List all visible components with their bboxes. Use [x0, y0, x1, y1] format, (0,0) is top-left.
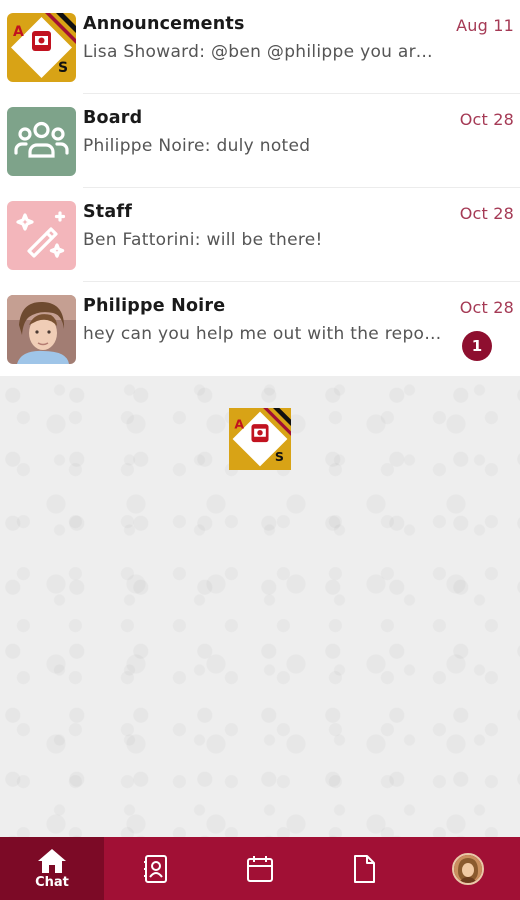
chat-name: Announcements: [83, 14, 245, 34]
chat-date: Oct 28: [459, 110, 514, 129]
svg-text:A: A: [234, 417, 244, 432]
chat-row-announcements[interactable]: A S Announcements Lisa Showard: @ben @ph…: [0, 0, 520, 94]
nav-calendar-tab[interactable]: [208, 837, 312, 900]
svg-text:S: S: [275, 449, 284, 464]
chat-name: Staff: [83, 202, 133, 222]
announcements-logo-icon: A S: [7, 13, 76, 82]
chat-preview: hey can you help me out with the report?: [83, 324, 443, 344]
chat-date: Oct 28: [459, 298, 514, 317]
organization-logo-icon: A S: [229, 408, 291, 470]
chat-preview: Philippe Noire: duly noted: [83, 136, 311, 156]
chat-name: Board: [83, 108, 143, 128]
svg-text:A: A: [13, 24, 24, 40]
bottom-navigation: Chat: [0, 837, 520, 900]
user-avatar: [7, 295, 76, 364]
chat-row-philippe-noire[interactable]: Philippe Noire hey can you help me out w…: [0, 282, 520, 376]
nav-contacts-tab[interactable]: [104, 837, 208, 900]
chat-row-staff[interactable]: Staff Ben Fattorini: will be there! Oct …: [0, 188, 520, 282]
home-icon: [38, 848, 66, 873]
nav-chat-tab[interactable]: Chat: [0, 837, 104, 900]
nav-profile-tab[interactable]: [416, 837, 520, 900]
calendar-icon: [247, 855, 273, 882]
chat-empty-background: A S: [0, 376, 520, 837]
chat-date: Aug 11: [456, 16, 514, 35]
chat-preview: Lisa Showard: @ben @philippe you are g..…: [83, 42, 443, 62]
chat-row-board[interactable]: Board Philippe Noire: duly noted Oct 28: [0, 94, 520, 188]
unread-badge: 1: [462, 331, 492, 361]
profile-avatar: [452, 852, 484, 885]
chat-name: Philippe Noire: [83, 296, 226, 316]
svg-text:S: S: [58, 60, 68, 76]
chat-list: A S Announcements Lisa Showard: @ben @ph…: [0, 0, 520, 376]
nav-chat-label: Chat: [35, 874, 69, 890]
contacts-icon: [144, 854, 167, 883]
chat-preview: Ben Fattorini: will be there!: [83, 230, 323, 250]
document-icon: [354, 854, 375, 883]
magic-wand-icon: [7, 201, 76, 270]
group-people-icon: [7, 107, 76, 176]
nav-documents-tab[interactable]: [312, 837, 416, 900]
chat-date: Oct 28: [459, 204, 514, 223]
